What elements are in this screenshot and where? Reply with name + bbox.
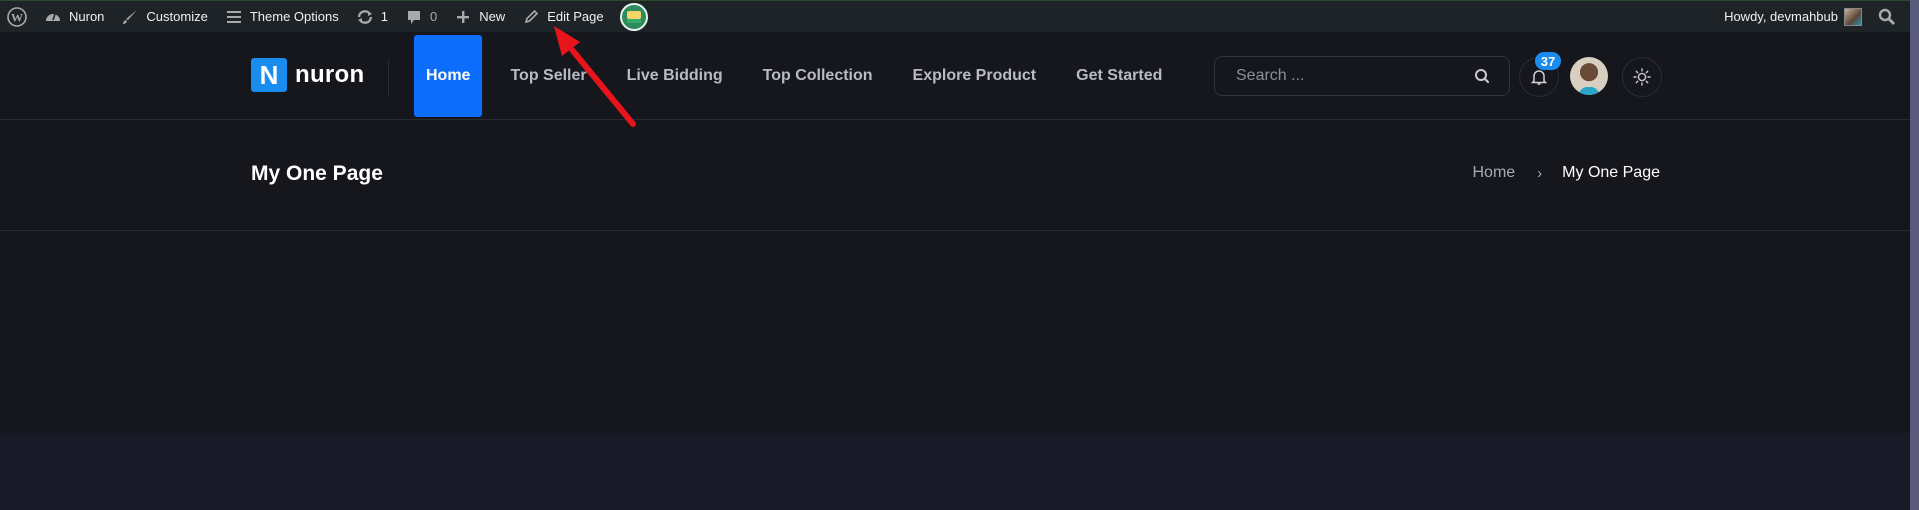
nav-home[interactable]: Home [414,35,483,117]
customize-link[interactable]: Customize [112,1,215,33]
plus-icon [453,7,473,27]
greeting: Howdy, devmahbub [1724,9,1838,24]
sun-icon [1633,68,1651,86]
new-content-menu[interactable]: New [445,1,513,33]
bell-icon [1531,68,1547,86]
dashboard-gauge-icon [43,7,63,27]
header-divider [388,60,389,96]
search-box [1214,56,1510,96]
breadcrumb-home-link[interactable]: Home [1472,164,1515,182]
page-title-bar: My One Page Home › My One Page [0,121,1910,231]
chevron-right-icon: › [1537,164,1543,182]
page-title: My One Page [251,162,383,185]
site-name-menu[interactable]: Nuron [35,1,112,33]
logo-mark: N [251,58,287,92]
theme-toggle-button[interactable] [1622,57,1662,97]
theme-options-label: Theme Options [249,9,339,24]
menu-lines-icon [224,7,244,27]
search-icon[interactable] [1473,67,1491,85]
svg-text:W: W [11,10,23,24]
page: W Nuron Customize Theme Options 1 0 New … [0,0,1910,510]
search-icon [1878,8,1896,26]
search-input[interactable] [1236,67,1473,85]
refresh-icon [355,7,375,27]
breadcrumb-current: My One Page [1562,164,1660,181]
nav-get-started[interactable]: Get Started [1064,35,1174,117]
paintbrush-icon [120,7,140,27]
edit-page-label: Edit Page [547,9,604,24]
new-label: New [479,9,506,24]
main-nav: Home Top Seller Live Bidding Top Collect… [414,35,1190,117]
nav-live-bidding[interactable]: Live Bidding [615,35,735,117]
logo-text: nuron [295,61,365,88]
edit-page-link[interactable]: Edit Page [513,1,611,33]
pencil-icon [521,7,541,27]
wp-logo-menu[interactable]: W [0,1,35,33]
customize-label: Customize [146,9,208,24]
nav-top-seller[interactable]: Top Seller [498,35,598,117]
theme-options-link[interactable]: Theme Options [216,1,347,33]
scrollbar[interactable] [1910,0,1919,510]
my-account-menu[interactable]: Howdy, devmahbub [1716,1,1870,33]
site-header: N nuron Home Top Seller Live Bidding Top… [0,32,1910,120]
admin-bar: W Nuron Customize Theme Options 1 0 New … [0,0,1910,32]
plugin-store-icon[interactable] [619,2,648,31]
nav-top-collection[interactable]: Top Collection [751,35,885,117]
updates-count: 1 [380,9,388,24]
site-logo[interactable]: N nuron [251,58,364,92]
admin-avatar [1844,7,1862,26]
comments-link[interactable]: 0 [396,1,445,33]
user-avatar[interactable] [1570,57,1608,95]
site-name: Nuron [69,9,105,24]
content-section [0,433,1910,510]
wordpress-icon: W [7,6,27,27]
notification-count-badge: 37 [1535,52,1561,70]
comments-count: 0 [429,9,438,24]
nav-explore-product[interactable]: Explore Product [901,35,1049,117]
admin-search-button[interactable] [1870,1,1910,33]
updates-link[interactable]: 1 [347,1,396,33]
comment-bubble-icon [404,7,424,27]
breadcrumb: Home › My One Page [1472,164,1660,182]
